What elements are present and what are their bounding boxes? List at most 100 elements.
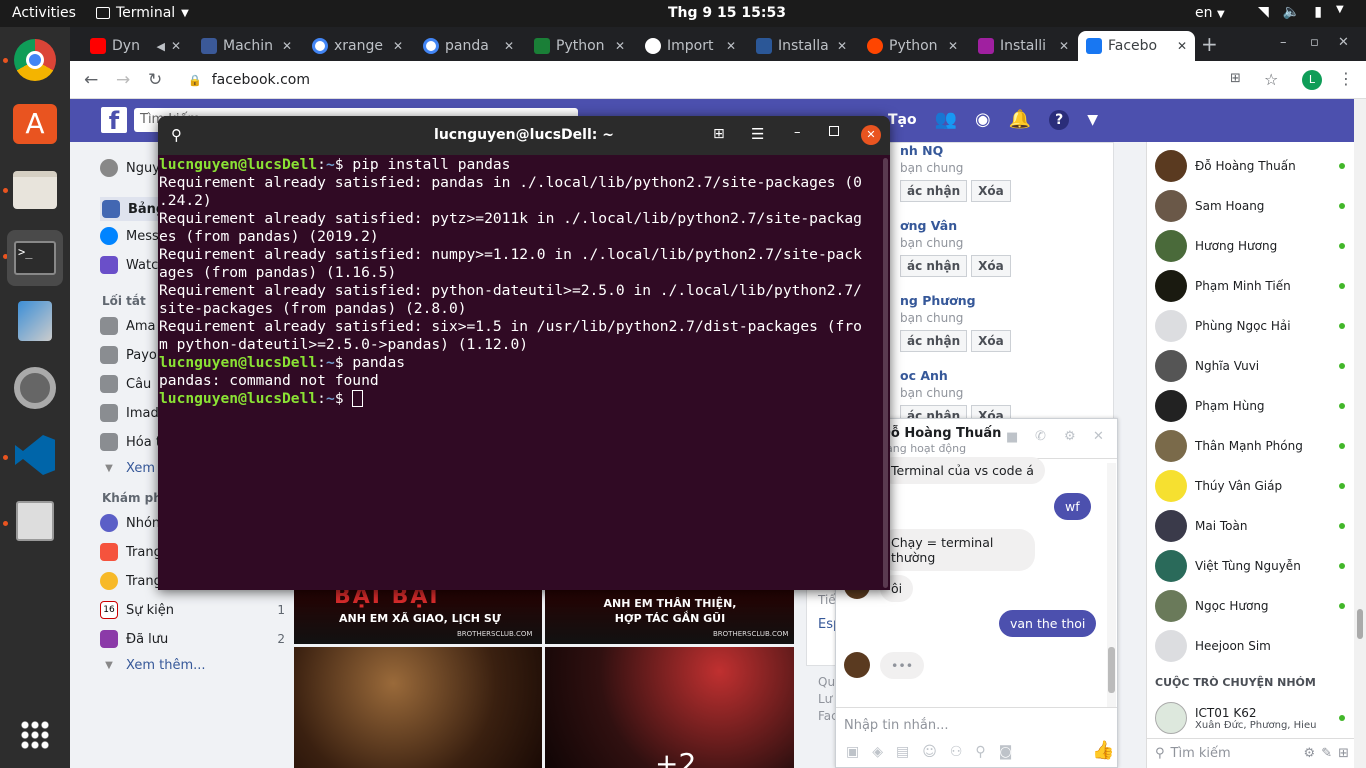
image-icon[interactable]: ▣ (846, 744, 859, 760)
menu-dots-icon[interactable]: ⋮ (1338, 69, 1354, 88)
explore-item-saved[interactable]: Đã lưu 2 (100, 630, 285, 648)
bookmark-star-icon[interactable]: ☆ (1264, 70, 1278, 89)
close-tab-icon[interactable]: ✕ (393, 39, 403, 53)
minimize-icon[interactable]: – (794, 125, 801, 140)
group-chat-item[interactable]: ICT01 K62 Xuân Đức, Phương, Hieu (1155, 702, 1345, 734)
delete-button[interactable]: Xóa (971, 255, 1011, 277)
delete-button[interactable]: Xóa (971, 180, 1011, 202)
explore-item-events[interactable]: 16 Sự kiện 1 (100, 601, 285, 619)
show-apps-icon[interactable] (11, 711, 59, 759)
language-indicator[interactable]: en ▼ (1195, 5, 1225, 21)
close-window-icon[interactable]: ✕ (1338, 35, 1349, 50)
scrollbar-thumb[interactable] (883, 158, 888, 588)
notifications-icon[interactable]: 🔔 (1009, 109, 1031, 130)
group-add-icon[interactable]: ⊞ (1338, 746, 1349, 761)
confirm-button[interactable]: ác nhận (900, 330, 968, 352)
minimize-window-icon[interactable]: – (1280, 35, 1287, 50)
delete-button[interactable]: Xóa (971, 330, 1011, 352)
terminal-output[interactable]: lucnguyen@lucsDell:~$ pip install pandas… (158, 156, 888, 408)
contact-item[interactable]: Việt Tùng Nguyễn (1155, 550, 1345, 582)
compose-icon[interactable]: ✎ (1321, 746, 1332, 761)
scrollbar-thumb[interactable] (1357, 609, 1363, 639)
browser-tab[interactable]: Dyn ◀ ✕ (82, 31, 189, 61)
contact-item[interactable]: Thúy Vân Giáp (1155, 470, 1345, 502)
close-tab-icon[interactable]: ✕ (615, 39, 625, 53)
new-tab-icon[interactable]: + (1201, 32, 1218, 56)
translate-icon[interactable]: ⊞ (1230, 71, 1241, 86)
facebook-logo-icon[interactable]: f (101, 107, 127, 135)
contact-item[interactable]: Phùng Ngọc Hải (1155, 310, 1345, 342)
chrome-icon[interactable] (11, 36, 59, 84)
close-tab-icon[interactable]: ✕ (726, 39, 736, 53)
contact-item[interactable]: Mai Toàn (1155, 510, 1345, 542)
address-bar[interactable]: 🔒 facebook.com (188, 67, 1218, 93)
sticker-icon[interactable]: ◈ (872, 744, 883, 760)
browser-tab[interactable]: Python ✕ (526, 31, 633, 61)
help-icon[interactable]: ? (1049, 109, 1070, 130)
terminal-scrollbar[interactable] (882, 156, 890, 590)
video-call-icon[interactable]: ■ (1006, 430, 1018, 445)
software-center-icon[interactable]: A (11, 100, 59, 148)
contact-item[interactable]: Phạm Hùng (1155, 390, 1345, 422)
terminal-titlebar[interactable]: ⚲ lucnguyen@lucsDell: ~ ⊞ ☰ – ✕ (158, 116, 890, 155)
confirm-button[interactable]: ác nhận (900, 255, 968, 277)
contact-search-input[interactable]: ⚲ Tìm kiếm ⚙ ✎ ⊞ (1147, 738, 1355, 768)
system-tray[interactable]: ◥ 🔈 ▮ ▼ (1258, 4, 1344, 20)
back-icon[interactable]: ← (84, 70, 98, 90)
chat-scrollbar[interactable] (1107, 463, 1116, 707)
contact-item[interactable]: Heejoon Sim (1155, 630, 1345, 662)
close-tab-icon[interactable]: ✕ (171, 39, 181, 53)
feed-photo[interactable]: +2 (545, 647, 794, 768)
confirm-button[interactable]: ác nhận (900, 180, 968, 202)
feed-photo-grid[interactable]: BẠI BẠI ANH EM XÃ GIAO, LỊCH SỰ BROTHERS… (294, 580, 794, 768)
settings-icon[interactable] (11, 364, 59, 412)
close-tab-icon[interactable]: ✕ (1059, 39, 1069, 53)
browser-tab[interactable]: Import ✕ (637, 31, 744, 61)
contact-item[interactable]: Thân Mạnh Phóng (1155, 430, 1345, 462)
maximize-icon[interactable] (829, 126, 839, 136)
footer-link[interactable]: Lư (818, 692, 832, 706)
activities-button[interactable]: Activities (12, 5, 76, 21)
app-menu[interactable]: Terminal ▼ (96, 5, 189, 21)
close-tab-icon[interactable]: ✕ (837, 39, 847, 53)
browser-tab[interactable]: Machin ✕ (193, 31, 300, 61)
friend-requests-icon[interactable]: 👥 (935, 109, 957, 130)
browser-tab-active[interactable]: Facebo ✕ (1078, 31, 1195, 61)
browser-tab[interactable]: Installi ✕ (970, 31, 1077, 61)
contact-item[interactable]: Đỗ Hoàng Thuấn (1155, 150, 1345, 182)
maximize-window-icon[interactable]: ▫ (1310, 35, 1319, 50)
contact-item[interactable]: Ngọc Hương (1155, 590, 1345, 622)
contact-item[interactable]: Nghĩa Vuvi (1155, 350, 1345, 382)
close-icon[interactable]: ✕ (1093, 429, 1104, 444)
see-more-explore-link[interactable]: ▼ Xem thêm... (100, 658, 285, 673)
close-icon[interactable]: ✕ (861, 125, 881, 145)
vscode-icon[interactable] (11, 431, 59, 479)
page-scrollbar[interactable] (1354, 99, 1366, 768)
contact-item[interactable]: Phạm Minh Tiến (1155, 270, 1345, 302)
footer-link[interactable]: Qu (818, 675, 835, 689)
chat-contact-name[interactable]: Đỗ Hoàng Thuấn (880, 426, 1001, 441)
browser-tab[interactable]: Installa ✕ (748, 31, 855, 61)
profile-avatar[interactable]: L (1302, 70, 1322, 90)
contact-item[interactable]: Sam Hoang (1155, 190, 1345, 222)
camera-icon[interactable]: ◙ (999, 744, 1013, 760)
gear-icon[interactable]: ⚙ (1304, 746, 1316, 761)
close-tab-icon[interactable]: ✕ (1177, 39, 1187, 53)
files-icon[interactable] (11, 166, 59, 214)
emoji-icon[interactable]: ☺ (922, 744, 937, 760)
close-tab-icon[interactable]: ✕ (504, 39, 514, 53)
browser-tab[interactable]: xrange ✕ (304, 31, 411, 61)
game-icon[interactable]: ⚇ (950, 744, 963, 760)
thumbs-up-icon[interactable]: 👍 (1092, 740, 1114, 761)
create-button[interactable]: Tạo (888, 112, 917, 128)
gear-icon[interactable]: ⚙ (1064, 429, 1076, 444)
terminal-dock-icon[interactable]: >_ (7, 230, 63, 286)
paint-icon[interactable] (11, 297, 59, 345)
screenshot-icon[interactable] (11, 497, 59, 545)
browser-tab[interactable]: panda ✕ (415, 31, 522, 61)
request-name[interactable]: ng Phương (900, 293, 1011, 308)
new-tab-icon[interactable]: ⊞ (713, 126, 725, 142)
messenger-icon[interactable]: ◉ (975, 109, 991, 130)
request-name[interactable]: oc Anh (900, 368, 1011, 383)
clock[interactable]: Thg 9 15 15:53 (668, 5, 786, 21)
